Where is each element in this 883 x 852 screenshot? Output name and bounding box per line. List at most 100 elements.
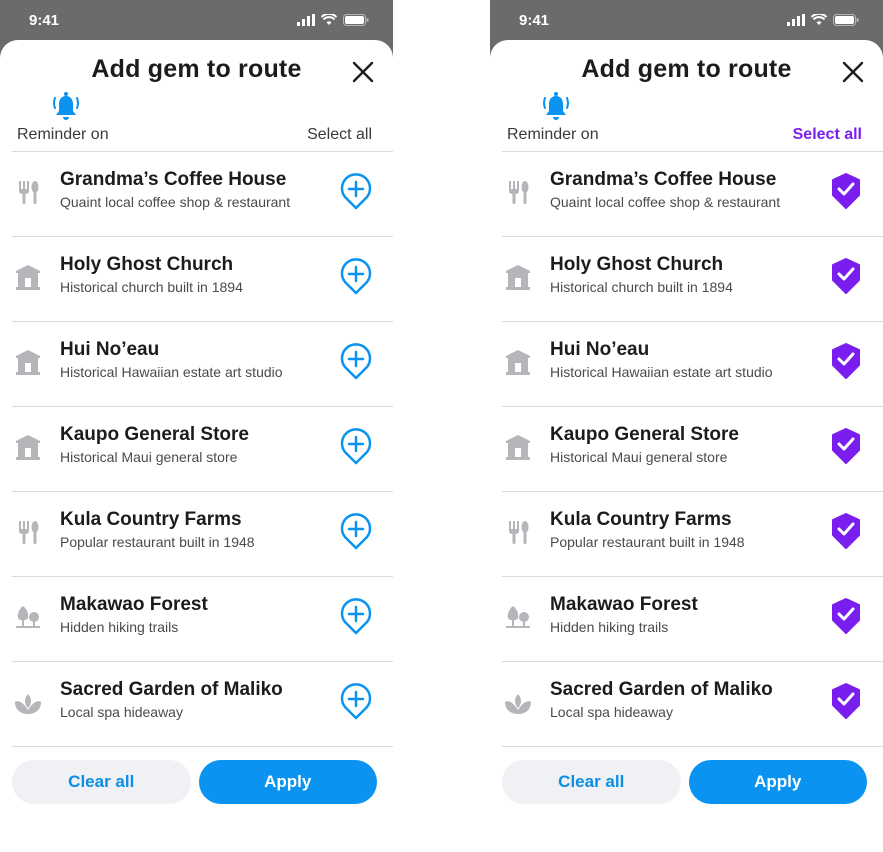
item-name: Grandma’s Coffee House xyxy=(550,169,777,190)
list-item[interactable]: Makawao Forest Hidden hiking trails xyxy=(12,577,393,662)
list-item[interactable]: Hui No’eau Historical Hawaiian estate ar… xyxy=(12,322,393,407)
apply-button[interactable]: Apply xyxy=(198,760,377,804)
add-pin-icon[interactable] xyxy=(339,257,373,295)
list-item[interactable]: Grandma’s Coffee House Quaint local coff… xyxy=(12,152,393,237)
item-name: Holy Ghost Church xyxy=(60,254,234,275)
item-description: Popular restaurant built in 1948 xyxy=(550,534,745,550)
spa-icon xyxy=(505,694,531,714)
item-name: Makawao Forest xyxy=(60,594,208,615)
item-name: Kaupo General Store xyxy=(60,424,249,445)
check-pin-icon[interactable] xyxy=(829,172,863,210)
list-item[interactable]: Sacred Garden of Maliko Local spa hideaw… xyxy=(12,662,393,747)
item-description: Historical Maui general store xyxy=(550,449,728,465)
reminder-label: Reminder on xyxy=(17,126,109,143)
select-all-button[interactable]: Select all xyxy=(793,126,862,144)
gem-list: Grandma’s Coffee House Quaint local coff… xyxy=(502,151,883,747)
phone-screen-all-selected: 9:41 Add gem to route Reminder on Select… xyxy=(490,0,883,852)
list-item[interactable]: Hui No’eau Historical Hawaiian estate ar… xyxy=(502,322,883,407)
item-name: Kaupo General Store xyxy=(550,424,739,445)
add-pin-icon[interactable] xyxy=(339,427,373,465)
wifi-icon xyxy=(321,14,337,25)
item-name: Hui No’eau xyxy=(550,339,650,360)
list-item[interactable]: Kaupo General Store Historical Maui gene… xyxy=(12,407,393,492)
check-pin-icon[interactable] xyxy=(829,512,863,550)
item-description: Local spa hideaway xyxy=(550,704,673,720)
signal-icon xyxy=(297,14,315,26)
item-description: Historical Hawaiian estate art studio xyxy=(60,364,283,380)
landmark-icon xyxy=(16,350,40,375)
landmark-icon xyxy=(506,265,530,290)
check-pin-icon[interactable] xyxy=(829,682,863,720)
item-name: Makawao Forest xyxy=(550,594,698,615)
item-description: Historical Hawaiian estate art studio xyxy=(550,364,773,380)
list-item[interactable]: Holy Ghost Church Historical church buil… xyxy=(12,237,393,322)
sheet-title: Add gem to route xyxy=(91,55,302,83)
clear-all-button[interactable]: Clear all xyxy=(12,760,191,804)
item-description: Historical church built in 1894 xyxy=(60,279,243,295)
item-name: Hui No’eau xyxy=(60,339,160,360)
item-description: Popular restaurant built in 1948 xyxy=(60,534,255,550)
landmark-icon xyxy=(506,350,530,375)
status-time: 9:41 xyxy=(29,12,60,29)
restaurant-icon xyxy=(19,181,39,204)
status-bar: 9:41 xyxy=(0,0,393,40)
list-item[interactable]: Makawao Forest Hidden hiking trails xyxy=(502,577,883,662)
item-description: Quaint local coffee shop & restaurant xyxy=(60,194,291,210)
list-item[interactable]: Kula Country Farms Popular restaurant bu… xyxy=(12,492,393,577)
bottom-sheet: Add gem to route Reminder on Select all … xyxy=(0,40,393,852)
landmark-icon xyxy=(506,435,530,460)
item-description: Hidden hiking trails xyxy=(60,619,179,635)
item-description: Hidden hiking trails xyxy=(550,619,669,635)
list-item[interactable]: Kula Country Farms Popular restaurant bu… xyxy=(502,492,883,577)
apply-button[interactable]: Apply xyxy=(688,760,867,804)
forest-icon xyxy=(506,606,530,628)
item-name: Holy Ghost Church xyxy=(550,254,724,275)
close-icon[interactable] xyxy=(841,60,865,84)
check-pin-icon[interactable] xyxy=(829,427,863,465)
clear-all-button[interactable]: Clear all xyxy=(502,760,681,804)
select-all-button[interactable]: Select all xyxy=(307,126,372,144)
sheet-footer: Clear all Apply xyxy=(502,760,867,804)
sheet-title: Add gem to route xyxy=(581,55,792,83)
check-pin-icon[interactable] xyxy=(829,597,863,635)
add-pin-icon[interactable] xyxy=(339,172,373,210)
add-pin-icon[interactable] xyxy=(339,342,373,380)
spa-icon xyxy=(15,694,41,714)
item-description: Historical church built in 1894 xyxy=(550,279,733,295)
item-name: Kula Country Farms xyxy=(550,509,732,530)
check-pin-icon[interactable] xyxy=(829,257,863,295)
phone-screen-unselected: 9:41 Add gem to route Reminder on Select… xyxy=(0,0,393,852)
reminder-label: Reminder on xyxy=(507,126,599,143)
close-icon[interactable] xyxy=(351,60,375,84)
list-item[interactable]: Holy Ghost Church Historical church buil… xyxy=(502,237,883,322)
gem-list: Grandma’s Coffee House Quaint local coff… xyxy=(12,151,393,747)
bottom-sheet: Add gem to route Reminder on Select all … xyxy=(490,40,883,852)
add-pin-icon[interactable] xyxy=(339,597,373,635)
list-item[interactable]: Sacred Garden of Maliko Local spa hideaw… xyxy=(502,662,883,747)
item-name: Sacred Garden of Maliko xyxy=(550,679,773,700)
restaurant-icon xyxy=(19,521,39,544)
status-time: 9:41 xyxy=(519,12,550,29)
status-icons xyxy=(787,14,859,26)
list-item[interactable]: Grandma’s Coffee House Quaint local coff… xyxy=(502,152,883,237)
item-description: Local spa hideaway xyxy=(60,704,183,720)
status-icons xyxy=(297,14,369,26)
restaurant-icon xyxy=(509,181,529,204)
item-name: Sacred Garden of Maliko xyxy=(60,679,283,700)
forest-icon xyxy=(16,606,40,628)
wifi-icon xyxy=(811,14,827,25)
add-pin-icon[interactable] xyxy=(339,512,373,550)
battery-icon xyxy=(833,14,859,26)
landmark-icon xyxy=(16,435,40,460)
item-name: Kula Country Farms xyxy=(60,509,242,530)
bell-icon[interactable] xyxy=(543,90,569,122)
item-description: Historical Maui general store xyxy=(60,449,238,465)
check-pin-icon[interactable] xyxy=(829,342,863,380)
add-pin-icon[interactable] xyxy=(339,682,373,720)
sheet-footer: Clear all Apply xyxy=(12,760,377,804)
item-name: Grandma’s Coffee House xyxy=(60,169,287,190)
list-item[interactable]: Kaupo General Store Historical Maui gene… xyxy=(502,407,883,492)
bell-icon[interactable] xyxy=(53,90,79,122)
status-bar: 9:41 xyxy=(490,0,883,40)
signal-icon xyxy=(787,14,805,26)
